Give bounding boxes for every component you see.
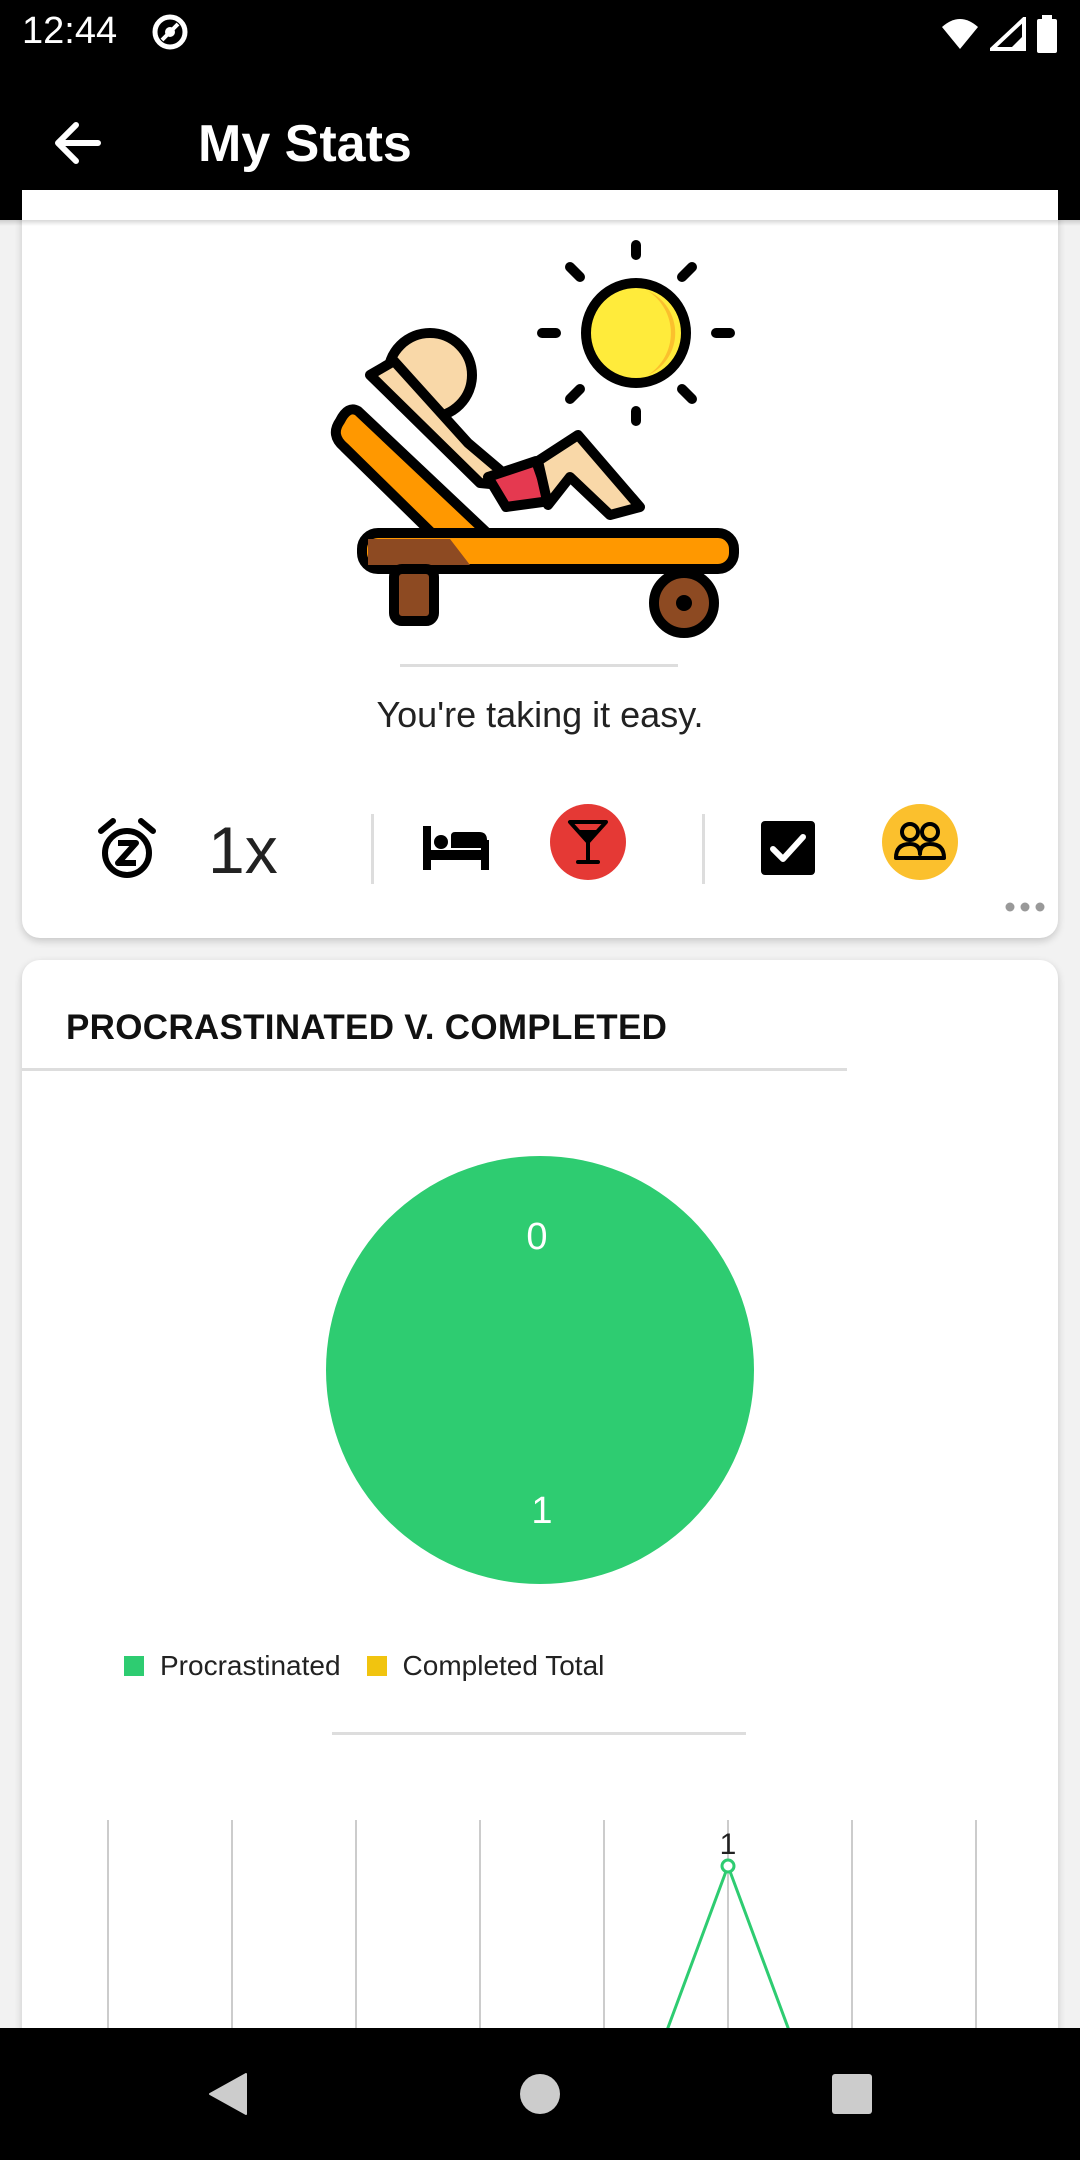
divider <box>371 814 374 884</box>
pie-data-label: 1 <box>531 1490 553 1532</box>
data-point <box>720 1858 736 1874</box>
chart-divider <box>332 1732 746 1735</box>
status-bar: 12:44 <box>0 0 1080 66</box>
nav-home-circle-icon <box>520 2074 560 2114</box>
nav-home-button[interactable] <box>508 2062 572 2126</box>
legend-swatch <box>124 1656 144 1676</box>
signal-icon <box>990 17 1026 51</box>
wifi-icon <box>942 19 978 49</box>
daily-line-chart: 1 <box>107 1820 977 2028</box>
cocktail-icon[interactable] <box>550 804 626 880</box>
legend-item: Completed Total <box>366 1650 605 1682</box>
nav-recents-square-icon <box>832 2074 872 2114</box>
back-button[interactable] <box>40 106 114 180</box>
people-icon[interactable] <box>882 804 958 880</box>
at-sign-icon <box>152 14 188 50</box>
battery-icon <box>1037 15 1057 53</box>
status-icons <box>940 14 1058 54</box>
series-line <box>666 1861 790 2028</box>
more-options-icon[interactable] <box>1004 900 1046 914</box>
legend-item: Procrastinated <box>124 1650 341 1682</box>
system-navigation-bar <box>0 2028 1080 2160</box>
legend-swatch <box>366 1656 387 1676</box>
illustration-divider <box>400 664 678 667</box>
checkbox-checked-icon[interactable] <box>760 820 816 876</box>
chart-section-title: PROCRASTINATED V. COMPLETED <box>66 1008 668 1047</box>
nav-back-button[interactable] <box>196 2062 260 2126</box>
habit-icon-row: 1x <box>0 800 1080 900</box>
mood-message: You're taking it easy. <box>376 694 704 735</box>
nav-recents-button[interactable] <box>820 2062 884 2126</box>
back-arrow-icon <box>55 122 101 164</box>
pie-data-label: 0 <box>526 1216 548 1258</box>
bed-icon[interactable] <box>420 818 492 878</box>
snooze-count: 1x <box>208 813 278 887</box>
snooze-alarm-icon <box>92 814 162 884</box>
relaxing-person-illustration <box>330 240 739 638</box>
status-time: 12:44 <box>22 10 118 52</box>
data-point-label: 1 <box>720 1828 737 1861</box>
page-title: My Stats <box>198 115 412 173</box>
section-underline <box>22 1068 847 1071</box>
legend-label: Procrastinated <box>160 1650 341 1681</box>
chart-legend: Procrastinated Completed Total <box>124 1646 630 1686</box>
legend-label: Completed Total <box>402 1650 605 1681</box>
nav-back-triangle-icon <box>209 2073 247 2115</box>
divider <box>702 814 705 884</box>
